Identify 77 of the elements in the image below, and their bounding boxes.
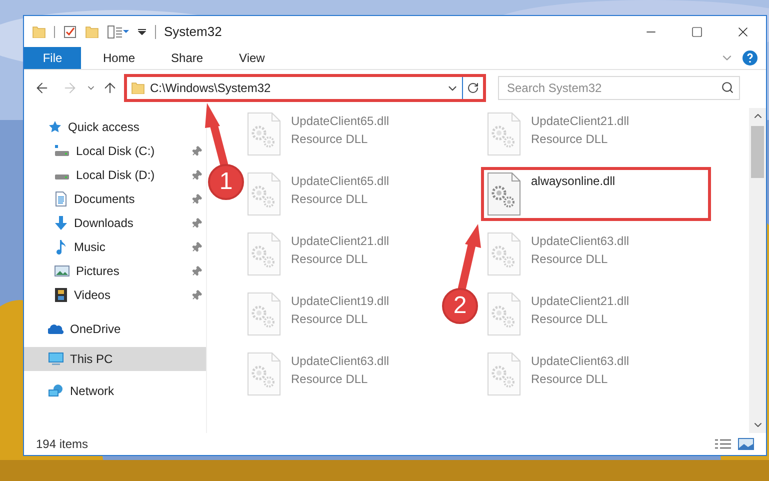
refresh-icon[interactable] (467, 82, 479, 94)
ribbon-tab[interactable]: File (24, 47, 81, 69)
file-type: Resource DLL (291, 131, 369, 148)
file-gears-icon (487, 112, 521, 156)
help-icon[interactable] (742, 50, 758, 66)
file-name: UpdateClient21.dll (531, 113, 630, 130)
download-icon (54, 215, 68, 231)
file-name: UpdateClient65.dll (291, 173, 390, 190)
document-icon (54, 191, 68, 207)
maximize-icon[interactable] (691, 26, 703, 38)
folder-icon (32, 26, 46, 38)
folder-icon (131, 82, 145, 94)
file-name: alwaysonline.dll (531, 173, 616, 190)
file-type: Resource DLL (291, 251, 369, 268)
drive-icon (54, 145, 70, 157)
file-name: UpdateClient63.dll (531, 353, 630, 370)
window-title: System32 (164, 22, 222, 41)
file-gears-icon (247, 112, 281, 156)
file-gears-icon (247, 292, 281, 336)
customize-icon[interactable] (137, 28, 147, 34)
file-gears-icon (247, 232, 281, 276)
sidebar-item[interactable]: Documents (24, 187, 206, 211)
sidebar-item[interactable]: Pictures (24, 259, 206, 283)
file-gears-icon (487, 172, 521, 216)
cloud-icon (48, 323, 64, 335)
status-text: 194 items (36, 436, 88, 453)
back-icon[interactable] (34, 80, 50, 96)
sidebar-item[interactable]: Quick access (24, 115, 206, 139)
sidebar-item[interactable]: OneDrive (24, 317, 206, 341)
file-name: UpdateClient19.dll (291, 293, 390, 310)
star-icon (48, 120, 62, 134)
sidebar-item[interactable]: This PC (24, 347, 206, 371)
large-icons-view-icon[interactable] (738, 438, 754, 450)
file-type: Resource DLL (531, 311, 609, 328)
file-name: UpdateClient63.dll (531, 233, 630, 250)
sidebar-item[interactable]: Local Disk (C:) (24, 139, 206, 163)
file-item[interactable]: alwaysonline.dll (481, 167, 711, 221)
ribbon-tab[interactable]: View (225, 47, 279, 69)
caret-icon[interactable] (123, 30, 129, 33)
file-gears-icon (487, 232, 521, 276)
monitor-icon (48, 352, 64, 366)
ribbon-tab[interactable]: Home (89, 47, 150, 69)
film-icon (54, 287, 68, 303)
search-field[interactable]: Search System32 (498, 76, 740, 100)
address-bar[interactable]: C:\Windows\System32 (124, 74, 486, 102)
file-gears-icon (487, 352, 521, 396)
file-type: Resource DLL (291, 371, 369, 388)
file-type: Resource DLL (291, 191, 369, 208)
sidebar-item[interactable]: Downloads (24, 211, 206, 235)
sidebar-item[interactable]: Local Disk (D:) (24, 163, 206, 187)
file-name: UpdateClient21.dll (531, 293, 630, 310)
picture-icon (54, 264, 70, 278)
file-type: Resource DLL (531, 131, 609, 148)
music-note-icon (54, 239, 68, 255)
file-type: Resource DLL (531, 251, 609, 268)
file-type: Resource DLL (531, 371, 609, 388)
file-gears-icon (487, 292, 521, 336)
file-name: UpdateClient65.dll (291, 113, 390, 130)
up-icon[interactable] (102, 80, 118, 96)
new-folder-icon (85, 26, 99, 38)
ribbon-tab[interactable]: Share (157, 47, 218, 69)
drive-icon (54, 174, 70, 180)
properties-icon[interactable] (107, 24, 123, 38)
scrollbar-thumb[interactable] (751, 126, 764, 178)
checklist-icon[interactable] (63, 24, 77, 38)
file-type: Resource DLL (291, 311, 369, 328)
file-gears-icon (247, 352, 281, 396)
address-path: C:\Windows\System32 (150, 80, 272, 97)
file-name: UpdateClient21.dll (291, 233, 390, 250)
file-name: UpdateClient63.dll (291, 353, 390, 370)
file-gears-icon (247, 172, 281, 216)
sidebar-item[interactable]: Network (24, 379, 206, 403)
search-icon (721, 81, 734, 94)
network-icon (48, 384, 64, 398)
sidebar-item[interactable]: Videos (24, 283, 206, 307)
details-view-icon[interactable] (714, 438, 732, 450)
sidebar-item[interactable]: Music (24, 235, 206, 259)
